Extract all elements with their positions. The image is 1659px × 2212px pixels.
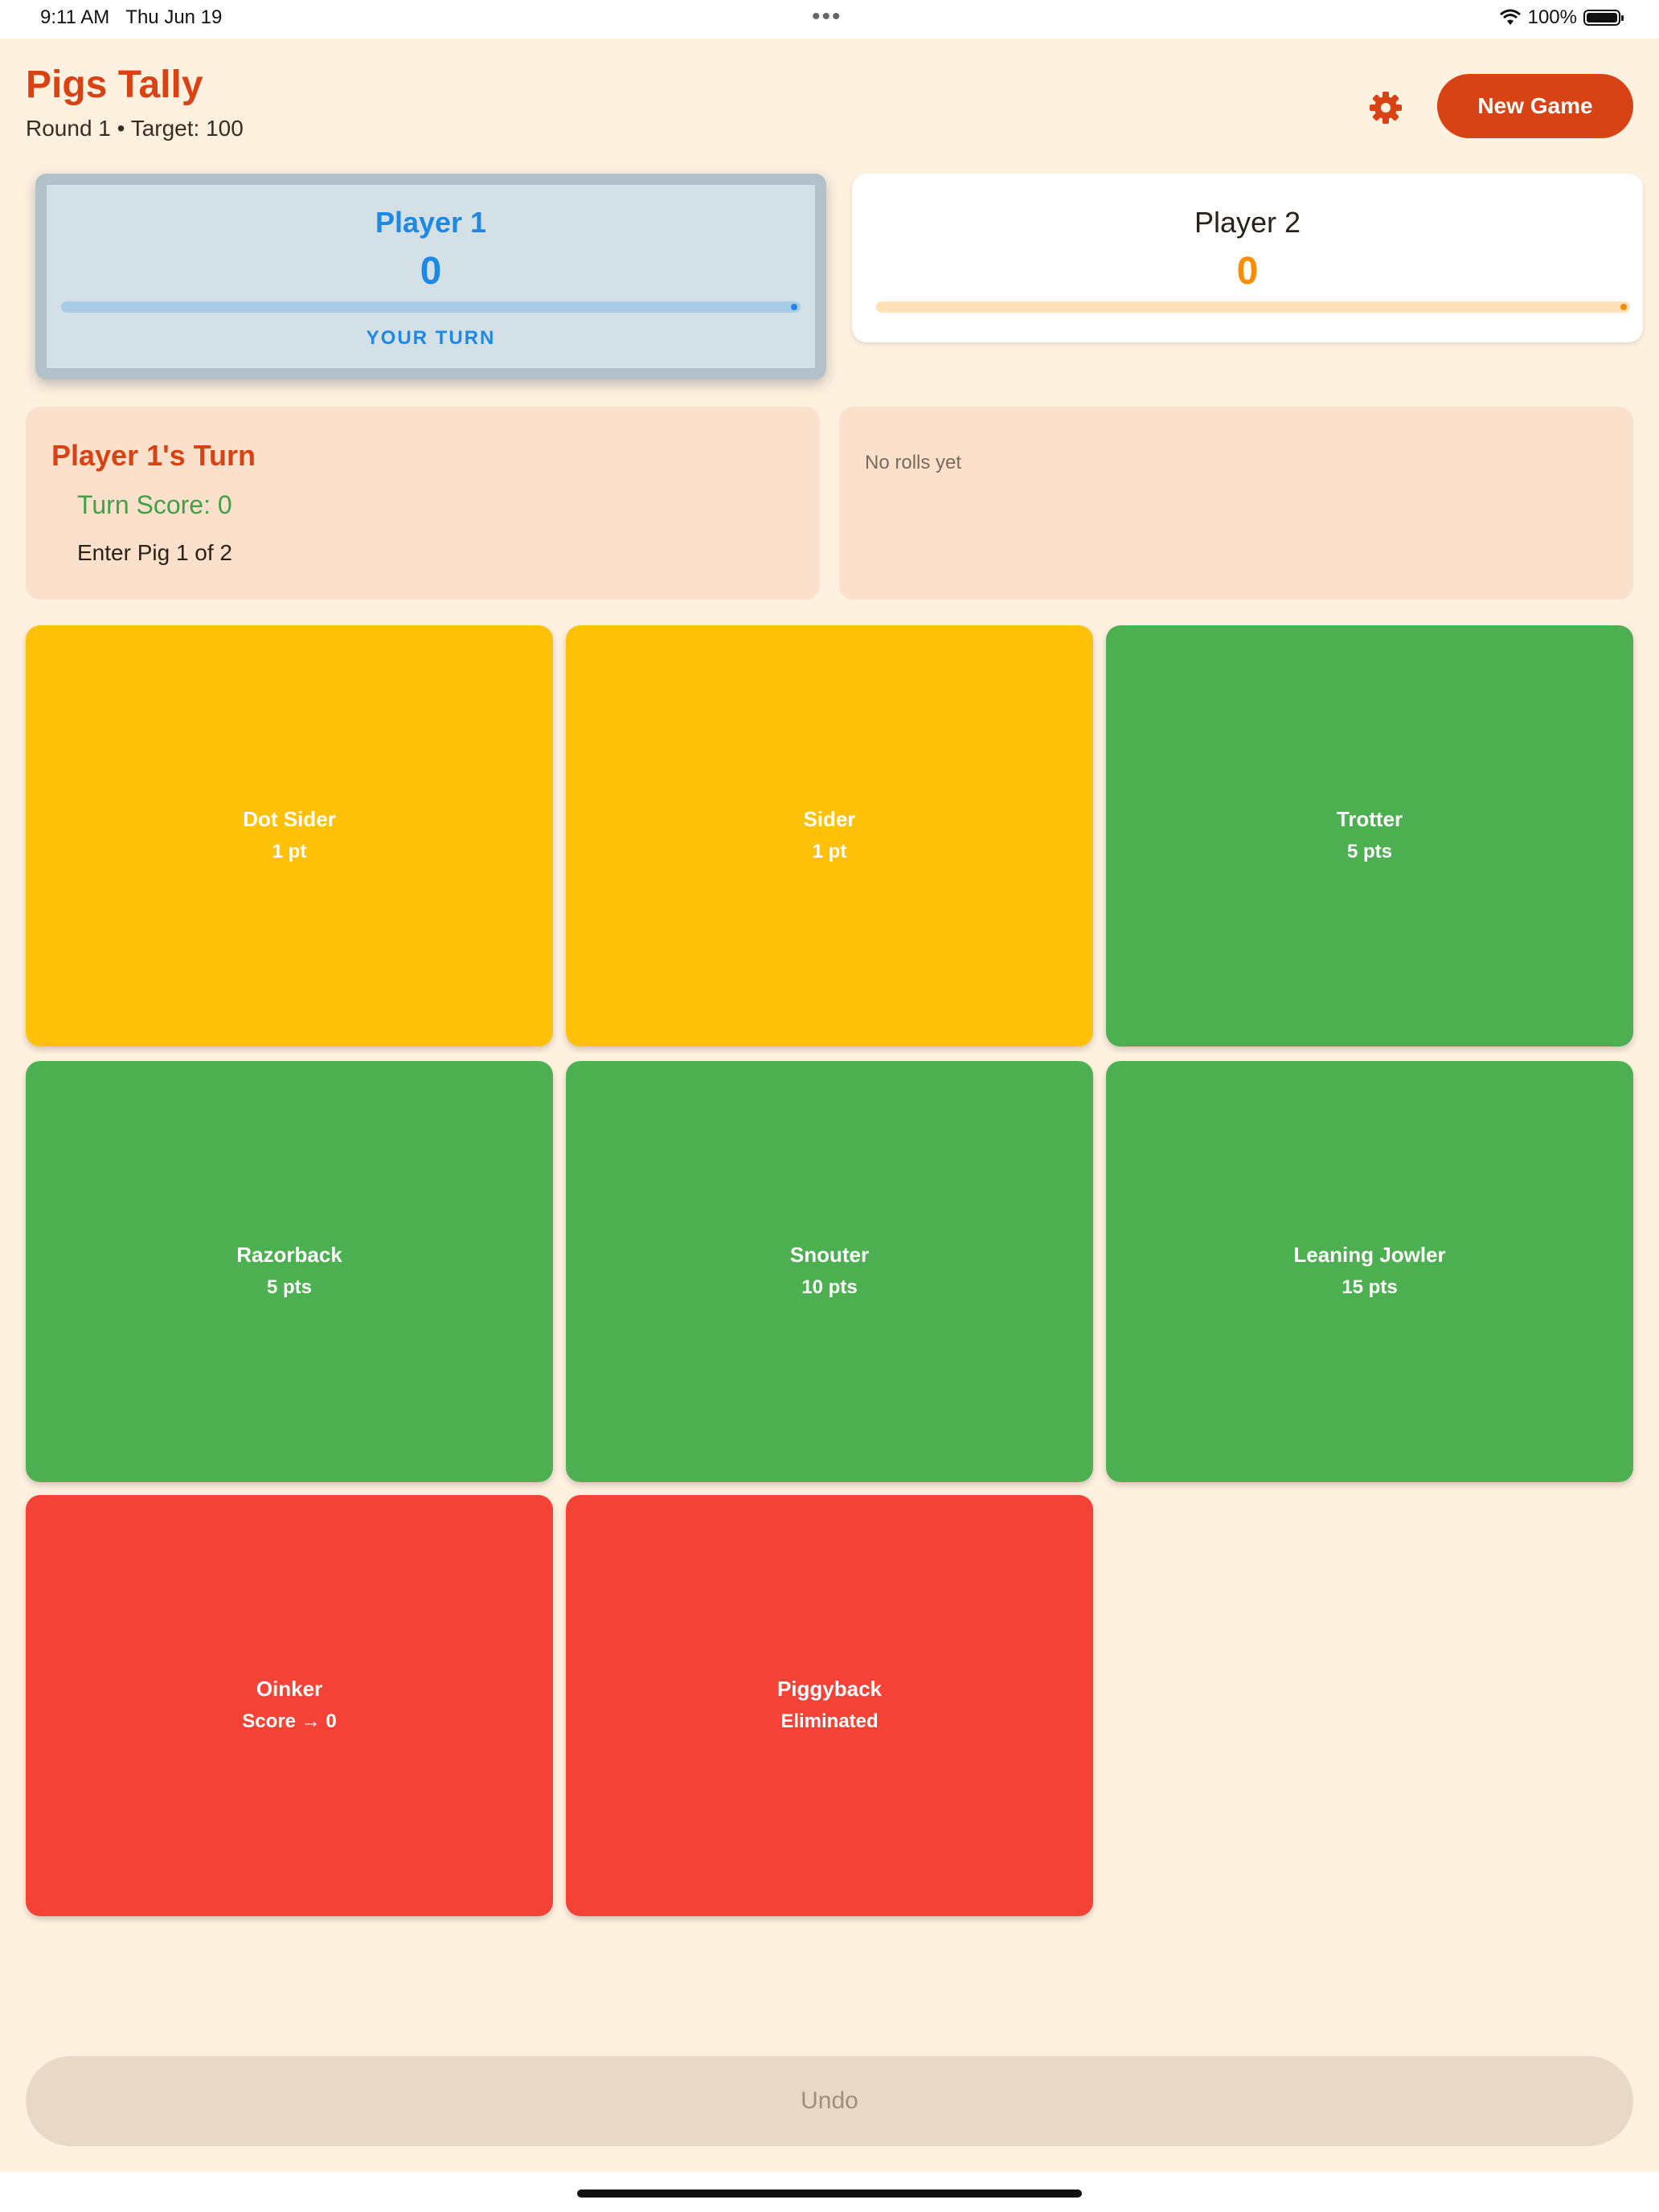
player-card-2: Player 2 0 <box>852 174 1643 342</box>
battery-icon <box>1583 10 1624 26</box>
wifi-icon <box>1499 9 1521 25</box>
position-name: Trotter <box>1336 807 1403 831</box>
position-points: 15 pts <box>1342 1276 1398 1298</box>
position-button-dot-sider[interactable]: Dot Sider 1 pt <box>26 625 553 1047</box>
position-name: Sider <box>803 807 856 831</box>
app-title: Pigs Tally <box>26 63 203 106</box>
position-name: Leaning Jowler <box>1293 1243 1446 1267</box>
status-bar: 9:11 AM Thu Jun 19 ••• 100% <box>0 0 1659 39</box>
position-points: 5 pts <box>1346 841 1392 862</box>
position-button-piggyback[interactable]: Piggyback Eliminated <box>566 1495 1093 1916</box>
position-button-leaning-jowler[interactable]: Leaning Jowler 15 pts <box>1106 1061 1633 1482</box>
turn-panel: Player 1's Turn Turn Score: 0 Enter Pig … <box>26 407 820 600</box>
player-score: 0 <box>420 250 442 293</box>
new-game-button[interactable]: New Game <box>1437 74 1633 138</box>
position-button-oinker[interactable]: Oinker Score → 0 <box>26 1495 553 1916</box>
battery-percent: 100% <box>1527 6 1577 28</box>
turn-title: Player 1's Turn <box>51 439 256 472</box>
status-time: 9:11 AM Thu Jun 19 <box>40 6 223 28</box>
player-card-1: Player 1 0 YOUR TURN <box>35 174 826 379</box>
score-progress-bar <box>61 301 801 313</box>
position-name: Snouter <box>789 1243 870 1267</box>
player-name: Player 2 <box>1194 206 1301 239</box>
position-points: 1 pt <box>272 841 307 862</box>
turn-hint: Enter Pig 1 of 2 <box>77 540 233 565</box>
position-name: Piggyback <box>776 1677 883 1701</box>
turn-indicator: YOUR TURN <box>366 327 496 349</box>
position-name: Dot Sider <box>243 807 336 831</box>
round-subtitle: Round 1 • Target: 100 <box>26 116 244 141</box>
home-indicator[interactable] <box>577 2189 1082 2198</box>
position-button-trotter[interactable]: Trotter 5 pts <box>1106 625 1633 1047</box>
position-button-sider[interactable]: Sider 1 pt <box>566 625 1093 1047</box>
multitasking-dots-icon[interactable]: ••• <box>812 3 842 31</box>
gear-icon[interactable] <box>1366 88 1405 127</box>
player-name: Player 1 <box>375 206 487 239</box>
position-points: 1 pt <box>812 841 847 862</box>
position-points: Score → 0 <box>242 1710 337 1732</box>
score-progress-bar <box>876 301 1630 313</box>
player-score: 0 <box>1236 250 1259 293</box>
no-rolls-text: No rolls yet <box>865 452 962 473</box>
status-right: 100% <box>1499 6 1624 29</box>
position-button-snouter[interactable]: Snouter 10 pts <box>566 1061 1093 1482</box>
turn-score: Turn Score: 0 <box>77 490 232 519</box>
position-points: 10 pts <box>801 1276 858 1298</box>
roll-history-panel: No rolls yet <box>839 407 1633 600</box>
position-points: Eliminated <box>780 1710 879 1732</box>
position-name: Razorback <box>236 1243 342 1267</box>
undo-button[interactable]: Undo <box>26 2056 1633 2146</box>
position-name: Oinker <box>256 1677 323 1701</box>
position-button-razorback[interactable]: Razorback 5 pts <box>26 1061 553 1482</box>
position-points: 5 pts <box>266 1276 312 1298</box>
